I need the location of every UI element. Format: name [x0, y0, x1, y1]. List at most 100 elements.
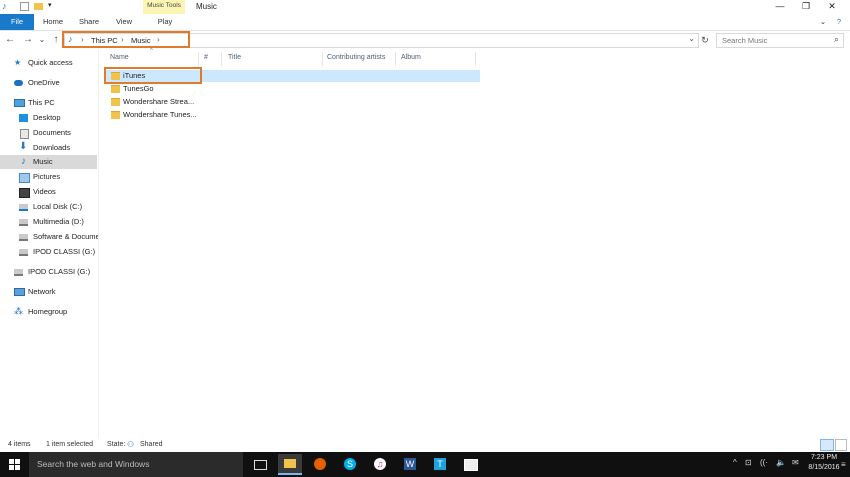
tab-play[interactable]: Play: [145, 14, 185, 30]
folder-icon: [111, 98, 120, 106]
title-bar: ♪ ▾ Music Tools Music — ❐ ✕: [0, 0, 850, 30]
minimize-button[interactable]: —: [768, 0, 792, 14]
tab-file[interactable]: File: [0, 14, 34, 30]
nav-desktop[interactable]: Desktop: [19, 111, 98, 125]
firefox-icon[interactable]: [308, 454, 332, 475]
address-row: ← → ⌄ ↑ ♪ › This PC › Music › ⌄ ↻ Search…: [0, 31, 850, 49]
nav-videos[interactable]: Videos: [19, 185, 98, 199]
column-contributing-artists[interactable]: Contributing artists: [327, 54, 385, 61]
search-icon[interactable]: ⌕: [834, 34, 839, 45]
tab-home[interactable]: Home: [38, 14, 68, 30]
videos-icon: [19, 188, 30, 198]
skype-icon[interactable]: S: [338, 454, 362, 475]
nav-pictures[interactable]: Pictures: [19, 170, 98, 184]
state-label: State:: [107, 441, 126, 448]
homegroup-icon: ⁂: [14, 306, 23, 316]
itunes-icon[interactable]: ♫: [368, 454, 392, 475]
large-icons-view-icon[interactable]: [835, 439, 847, 451]
address-dropdown-icon[interactable]: ⌄: [688, 34, 695, 43]
search-input[interactable]: Search Music ⌕: [716, 33, 844, 48]
new-folder-icon[interactable]: [34, 3, 43, 10]
nav-quick-access[interactable]: ★ Quick access: [14, 56, 98, 70]
nav-software-docs[interactable]: Software & Docume: [19, 230, 98, 244]
network-icon: [14, 288, 25, 296]
status-bar: 4 items 1 item selected State: ⚇ Shared: [0, 438, 850, 452]
help-icon[interactable]: ?: [832, 14, 846, 30]
navigation-pane: ★ Quick access OneDrive This PC Desktop …: [0, 50, 99, 438]
folder-icon: [111, 85, 120, 93]
nav-documents[interactable]: Documents: [19, 126, 98, 140]
drive-icon: [19, 219, 28, 226]
ribbon-collapse-icon[interactable]: ⌄: [816, 14, 830, 30]
tab-view[interactable]: View: [110, 14, 138, 30]
item-highlight-box: [104, 67, 202, 84]
file-row-tunesgo[interactable]: TunesGo: [105, 83, 480, 95]
task-view-icon[interactable]: [248, 454, 272, 475]
wifi-icon[interactable]: ((·: [760, 458, 768, 467]
column-headers: ^ Name # Title Contributing artists Albu…: [104, 48, 850, 68]
taskbar: Search the web and Windows S ♫ W T ^ ⊡ (…: [0, 452, 850, 477]
nav-ipod-g-sub[interactable]: IPOD CLASSI (G:): [19, 245, 98, 259]
up-button[interactable]: ↑: [50, 34, 62, 46]
word-icon[interactable]: W: [398, 454, 422, 475]
sort-arrow-icon: ^: [150, 48, 153, 54]
nav-multimedia-d[interactable]: Multimedia (D:): [19, 215, 98, 229]
music-icon: ♪: [2, 1, 7, 11]
taskbar-search-box[interactable]: Search the web and Windows: [29, 452, 243, 477]
nav-ipod-g[interactable]: IPOD CLASSI (G:): [14, 265, 98, 279]
details-view-icon[interactable]: [820, 439, 834, 451]
documents-icon: [20, 129, 29, 139]
close-button[interactable]: ✕: [820, 0, 844, 14]
recent-locations-button[interactable]: ⌄: [36, 34, 48, 46]
column-divider[interactable]: [395, 52, 396, 66]
folder-icon: [111, 111, 120, 119]
file-explorer-icon[interactable]: [278, 454, 302, 475]
column-divider[interactable]: [198, 52, 199, 66]
nav-downloads[interactable]: ⬇ Downloads: [19, 141, 98, 155]
contextual-tab-group-label: Music Tools: [147, 2, 181, 9]
address-highlight-box: [62, 31, 190, 48]
window-title: Music: [196, 2, 217, 11]
ribbon-tabs: File Home Share View Play ⌄ ?: [0, 14, 850, 31]
file-row-wondershare-tunes[interactable]: Wondershare Tunes...: [105, 109, 480, 121]
nav-this-pc[interactable]: This PC: [14, 96, 98, 110]
properties-icon[interactable]: [20, 2, 29, 11]
tray-action-icon[interactable]: ⊡: [745, 458, 752, 467]
column-name[interactable]: Name: [110, 54, 129, 61]
computer-icon: [14, 99, 25, 107]
clock-time[interactable]: 7:23 PM: [808, 454, 840, 461]
column-divider[interactable]: [322, 52, 323, 66]
column-album[interactable]: Album: [401, 54, 421, 61]
item-count: 4 items: [8, 441, 31, 448]
nav-homegroup[interactable]: ⁂ Homegroup: [14, 305, 98, 319]
nav-onedrive[interactable]: OneDrive: [14, 76, 98, 90]
refresh-button[interactable]: ↻: [699, 34, 711, 46]
photos-icon[interactable]: [458, 454, 482, 475]
tab-share[interactable]: Share: [74, 14, 104, 30]
nav-local-disk-c[interactable]: Local Disk (C:): [19, 200, 98, 214]
star-icon: ★: [14, 58, 22, 67]
nav-network[interactable]: Network: [14, 285, 98, 299]
column-number[interactable]: #: [204, 54, 208, 61]
music-icon: ♪: [21, 156, 26, 167]
notification-icon[interactable]: ✉: [792, 458, 799, 467]
volume-icon[interactable]: 🔈: [776, 458, 786, 467]
nav-music[interactable]: ♪ Music: [0, 155, 97, 169]
column-divider[interactable]: [221, 52, 222, 66]
maximize-button[interactable]: ❐: [794, 0, 818, 14]
qat-dropdown-icon[interactable]: ▾: [48, 2, 57, 11]
column-divider[interactable]: [475, 52, 476, 66]
file-row-wondershare-strea[interactable]: Wondershare Strea...: [105, 96, 480, 108]
downloads-icon: ⬇: [19, 141, 28, 152]
windows-start-icon[interactable]: [9, 459, 20, 470]
taskbar-search-placeholder: Search the web and Windows: [37, 459, 150, 469]
clock-date[interactable]: 8/15/2016: [808, 464, 840, 471]
action-center-icon[interactable]: ≡: [841, 460, 846, 469]
forward-button[interactable]: →: [22, 34, 34, 46]
tray-chevron-icon[interactable]: ^: [733, 458, 737, 467]
tunesgo-icon[interactable]: T: [428, 454, 452, 475]
drive-icon: [19, 249, 28, 256]
column-title[interactable]: Title: [228, 54, 241, 61]
back-button[interactable]: ←: [4, 34, 16, 46]
desktop-icon: [19, 114, 28, 122]
